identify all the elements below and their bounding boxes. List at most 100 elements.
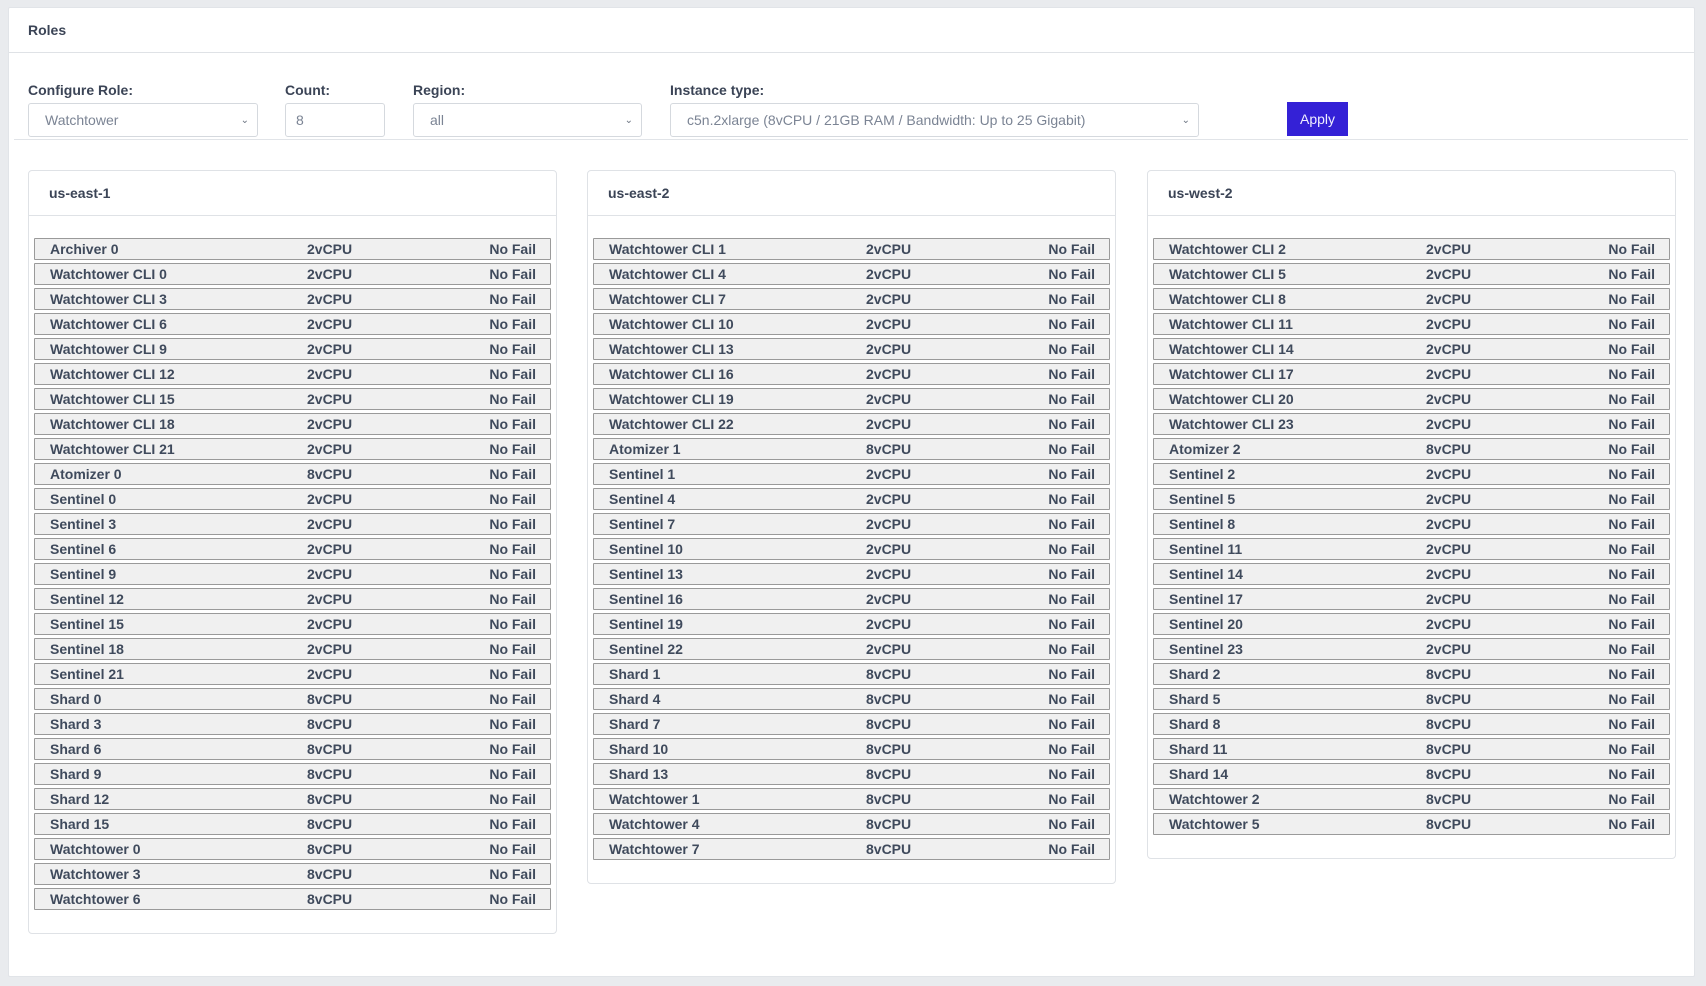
instance-row[interactable]: Watchtower 2 8vCPU No Fail <box>1153 788 1670 810</box>
instance-status: No Fail <box>1608 466 1655 482</box>
instance-row[interactable]: Sentinel 23 2vCPU No Fail <box>1153 638 1670 660</box>
instance-row[interactable]: Watchtower CLI 5 2vCPU No Fail <box>1153 263 1670 285</box>
instance-status: No Fail <box>1048 391 1095 407</box>
role-select[interactable]: Watchtower ⌄ <box>28 103 258 137</box>
instance-row[interactable]: Watchtower CLI 10 2vCPU No Fail <box>593 313 1110 335</box>
instance-row[interactable]: Watchtower 4 8vCPU No Fail <box>593 813 1110 835</box>
instance-row[interactable]: Sentinel 15 2vCPU No Fail <box>34 613 551 635</box>
instance-name: Atomizer 1 <box>609 441 681 457</box>
instance-row[interactable]: Sentinel 8 2vCPU No Fail <box>1153 513 1670 535</box>
instance-row[interactable]: Sentinel 22 2vCPU No Fail <box>593 638 1110 660</box>
instance-row[interactable]: Atomizer 1 8vCPU No Fail <box>593 438 1110 460</box>
instance-row[interactable]: Sentinel 14 2vCPU No Fail <box>1153 563 1670 585</box>
instance-cpu: 2vCPU <box>307 391 353 407</box>
instance-row[interactable]: Watchtower CLI 22 2vCPU No Fail <box>593 413 1110 435</box>
instance-row[interactable]: Watchtower CLI 17 2vCPU No Fail <box>1153 363 1670 385</box>
instance-row[interactable]: Watchtower CLI 18 2vCPU No Fail <box>34 413 551 435</box>
instance-row[interactable]: Sentinel 6 2vCPU No Fail <box>34 538 551 560</box>
instance-row[interactable]: Sentinel 18 2vCPU No Fail <box>34 638 551 660</box>
instance-row[interactable]: Watchtower 0 8vCPU No Fail <box>34 838 551 860</box>
instance-row[interactable]: Watchtower CLI 0 2vCPU No Fail <box>34 263 551 285</box>
instance-row[interactable]: Watchtower CLI 1 2vCPU No Fail <box>593 238 1110 260</box>
instance-name: Watchtower CLI 20 <box>1169 391 1294 407</box>
count-input[interactable]: 8 <box>285 103 385 137</box>
instance-name: Sentinel 23 <box>1169 641 1243 657</box>
instance-row[interactable]: Atomizer 0 8vCPU No Fail <box>34 463 551 485</box>
instance-row[interactable]: Shard 1 8vCPU No Fail <box>593 663 1110 685</box>
instance-cpu: 2vCPU <box>307 591 353 607</box>
instance-row[interactable]: Watchtower CLI 4 2vCPU No Fail <box>593 263 1110 285</box>
instance-row[interactable]: Sentinel 19 2vCPU No Fail <box>593 613 1110 635</box>
instance-cpu: 8vCPU <box>1426 666 1472 682</box>
region-panel-header: us-east-1 <box>29 171 556 216</box>
instance-row[interactable]: Watchtower 3 8vCPU No Fail <box>34 863 551 885</box>
region-select[interactable]: all ⌄ <box>413 103 642 137</box>
instance-row[interactable]: Watchtower CLI 16 2vCPU No Fail <box>593 363 1110 385</box>
instance-row[interactable]: Watchtower CLI 14 2vCPU No Fail <box>1153 338 1670 360</box>
instance-name: Watchtower CLI 23 <box>1169 416 1294 432</box>
instance-row[interactable]: Sentinel 0 2vCPU No Fail <box>34 488 551 510</box>
instance-status: No Fail <box>1048 591 1095 607</box>
instance-row[interactable]: Sentinel 7 2vCPU No Fail <box>593 513 1110 535</box>
instance-row[interactable]: Atomizer 2 8vCPU No Fail <box>1153 438 1670 460</box>
instance-row[interactable]: Sentinel 16 2vCPU No Fail <box>593 588 1110 610</box>
instance-row[interactable]: Shard 13 8vCPU No Fail <box>593 763 1110 785</box>
instance-row[interactable]: Sentinel 13 2vCPU No Fail <box>593 563 1110 585</box>
region-title: us-east-2 <box>608 185 670 201</box>
instance-row[interactable]: Shard 5 8vCPU No Fail <box>1153 688 1670 710</box>
instance-row[interactable]: Watchtower CLI 7 2vCPU No Fail <box>593 288 1110 310</box>
instance-row[interactable]: Watchtower CLI 6 2vCPU No Fail <box>34 313 551 335</box>
instance-row[interactable]: Shard 8 8vCPU No Fail <box>1153 713 1670 735</box>
instance-row[interactable]: Shard 15 8vCPU No Fail <box>34 813 551 835</box>
role-label: Configure Role: <box>28 82 133 98</box>
instance-row[interactable]: Watchtower CLI 9 2vCPU No Fail <box>34 338 551 360</box>
instance-row[interactable]: Watchtower CLI 2 2vCPU No Fail <box>1153 238 1670 260</box>
instance-row[interactable]: Shard 10 8vCPU No Fail <box>593 738 1110 760</box>
instance-row[interactable]: Watchtower 7 8vCPU No Fail <box>593 838 1110 860</box>
instance-row[interactable]: Shard 12 8vCPU No Fail <box>34 788 551 810</box>
instance-cpu: 2vCPU <box>1426 316 1472 332</box>
instance-row[interactable]: Watchtower CLI 21 2vCPU No Fail <box>34 438 551 460</box>
instance-row[interactable]: Shard 4 8vCPU No Fail <box>593 688 1110 710</box>
instance-name: Shard 3 <box>50 716 102 732</box>
instance-row[interactable]: Watchtower CLI 12 2vCPU No Fail <box>34 363 551 385</box>
instance-row[interactable]: Sentinel 21 2vCPU No Fail <box>34 663 551 685</box>
instance-row[interactable]: Sentinel 11 2vCPU No Fail <box>1153 538 1670 560</box>
instance-row[interactable]: Watchtower 1 8vCPU No Fail <box>593 788 1110 810</box>
instance-row[interactable]: Watchtower CLI 8 2vCPU No Fail <box>1153 288 1670 310</box>
instance-row[interactable]: Sentinel 17 2vCPU No Fail <box>1153 588 1670 610</box>
instance-row[interactable]: Archiver 0 2vCPU No Fail <box>34 238 551 260</box>
instance-row[interactable]: Sentinel 3 2vCPU No Fail <box>34 513 551 535</box>
instance-row[interactable]: Watchtower CLI 3 2vCPU No Fail <box>34 288 551 310</box>
instance-row[interactable]: Shard 0 8vCPU No Fail <box>34 688 551 710</box>
instance-row[interactable]: Sentinel 12 2vCPU No Fail <box>34 588 551 610</box>
instance-status: No Fail <box>1048 266 1095 282</box>
instance-row[interactable]: Watchtower CLI 20 2vCPU No Fail <box>1153 388 1670 410</box>
instance-row[interactable]: Sentinel 20 2vCPU No Fail <box>1153 613 1670 635</box>
instance-row[interactable]: Watchtower CLI 11 2vCPU No Fail <box>1153 313 1670 335</box>
instance-row[interactable]: Shard 7 8vCPU No Fail <box>593 713 1110 735</box>
instance-row[interactable]: Watchtower 5 8vCPU No Fail <box>1153 813 1670 835</box>
instance-cpu: 2vCPU <box>1426 516 1472 532</box>
instance-row[interactable]: Sentinel 5 2vCPU No Fail <box>1153 488 1670 510</box>
instance-row[interactable]: Shard 11 8vCPU No Fail <box>1153 738 1670 760</box>
instance-row[interactable]: Watchtower CLI 13 2vCPU No Fail <box>593 338 1110 360</box>
instance-row[interactable]: Watchtower 6 8vCPU No Fail <box>34 888 551 910</box>
instance-row[interactable]: Shard 2 8vCPU No Fail <box>1153 663 1670 685</box>
instance-row[interactable]: Sentinel 2 2vCPU No Fail <box>1153 463 1670 485</box>
apply-button[interactable]: Apply <box>1287 102 1348 136</box>
instance-row[interactable]: Sentinel 10 2vCPU No Fail <box>593 538 1110 560</box>
instance-type-select[interactable]: c5n.2xlarge (8vCPU / 21GB RAM / Bandwidt… <box>670 103 1199 137</box>
instance-row[interactable]: Shard 3 8vCPU No Fail <box>34 713 551 735</box>
instance-row[interactable]: Sentinel 1 2vCPU No Fail <box>593 463 1110 485</box>
instance-row[interactable]: Watchtower CLI 15 2vCPU No Fail <box>34 388 551 410</box>
instance-row[interactable]: Sentinel 9 2vCPU No Fail <box>34 563 551 585</box>
instance-row[interactable]: Watchtower CLI 19 2vCPU No Fail <box>593 388 1110 410</box>
instance-row[interactable]: Shard 6 8vCPU No Fail <box>34 738 551 760</box>
instance-row[interactable]: Watchtower CLI 23 2vCPU No Fail <box>1153 413 1670 435</box>
instance-status: No Fail <box>1608 391 1655 407</box>
instance-row[interactable]: Shard 9 8vCPU No Fail <box>34 763 551 785</box>
instance-row[interactable]: Shard 14 8vCPU No Fail <box>1153 763 1670 785</box>
instance-name: Sentinel 5 <box>1169 491 1236 507</box>
instance-row[interactable]: Sentinel 4 2vCPU No Fail <box>593 488 1110 510</box>
